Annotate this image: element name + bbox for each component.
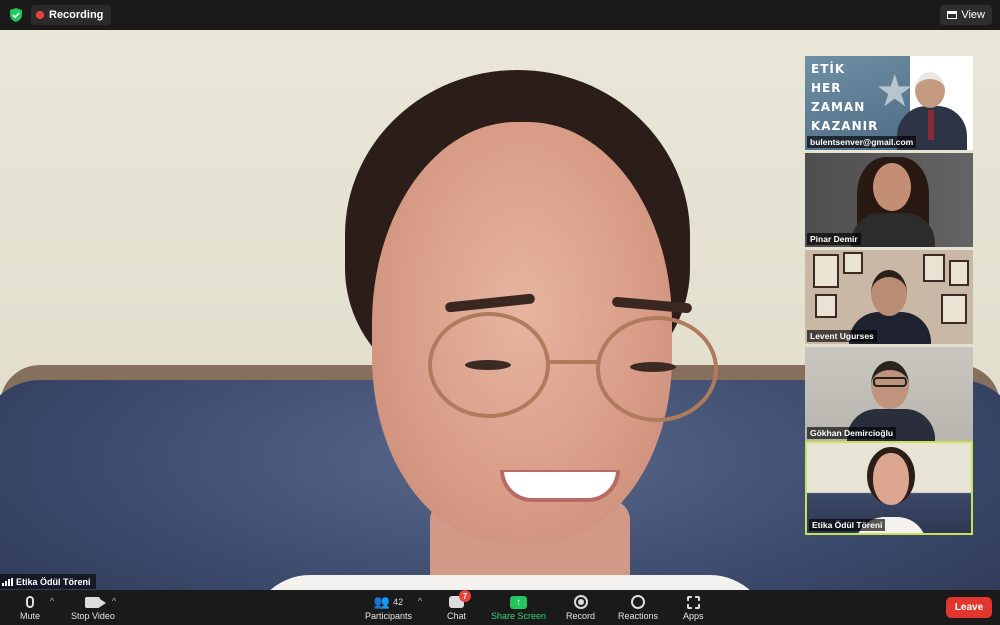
participant-name: Levent Ugurses (807, 330, 877, 342)
poster-text: ETİK HER ZAMAN KAZANIR (811, 60, 878, 136)
participant-name: Gökhan Demircioğlu (807, 427, 897, 439)
apps-icon (686, 595, 700, 609)
participant-body (851, 213, 935, 247)
participant-name: Etika Ödül Töreni (809, 519, 886, 531)
video-camera-icon (85, 596, 107, 608)
leave-button[interactable]: Leave (946, 597, 992, 618)
poster-word: ETİK (811, 62, 846, 76)
participant-tile-gokhan-demircioglu[interactable]: Gökhan Demircioğlu (805, 347, 973, 441)
record-label: Record (566, 611, 596, 621)
poster-word: KAZANIR (811, 119, 879, 133)
participant-tile-bulentsenver[interactable]: ★ ETİK HER ZAMAN KAZANIR bulentsenver@gm… (805, 56, 973, 150)
poster-word: HER (811, 81, 842, 95)
share-screen-button[interactable]: ↑ Share Screen (491, 593, 546, 621)
view-button[interactable]: View (940, 5, 992, 25)
recording-dot-icon (36, 11, 44, 19)
participant-glasses (873, 377, 907, 387)
wall-frame (815, 294, 837, 318)
mute-button[interactable]: Mute (20, 593, 40, 621)
stop-video-button[interactable]: Stop Video (71, 593, 115, 621)
speaker-smile (500, 470, 620, 502)
wall-frame (843, 252, 863, 274)
participants-count: 42 (393, 597, 404, 607)
video-options-chevron-icon[interactable]: ^ (112, 596, 116, 606)
participant-name: Pinar Demir (807, 233, 861, 245)
participant-face (873, 163, 911, 211)
apps-button[interactable]: Apps (683, 593, 704, 621)
participants-options-chevron-icon[interactable]: ^ (418, 596, 422, 606)
share-screen-arrow-icon: ↑ (510, 595, 528, 609)
record-icon (573, 595, 588, 609)
apps-label: Apps (683, 611, 704, 621)
recording-label: Recording (49, 9, 104, 21)
participant-face (871, 270, 907, 316)
chat-unread-badge: 7 (459, 590, 471, 602)
reactions-button[interactable]: Reactions (618, 593, 658, 621)
share-screen-label: Share Screen (491, 611, 547, 621)
poster-word: ZAMAN (811, 100, 866, 114)
reactions-label: Reactions (618, 611, 659, 621)
speaker-shirt (250, 575, 770, 590)
participant-tile-etika-odul-toreni[interactable]: Etika Ödül Töreni (805, 441, 973, 535)
signal-strength-icon (2, 577, 13, 586)
reactions-smiley-icon (631, 595, 646, 609)
stop-video-label: Stop Video (71, 611, 115, 621)
participant-face (873, 453, 909, 505)
record-button[interactable]: Record (566, 593, 595, 621)
wall-frame (813, 254, 839, 288)
chat-button[interactable]: 7 Chat (447, 590, 471, 621)
view-label: View (961, 9, 985, 21)
wall-frame (941, 294, 967, 324)
participants-icon: 👥 (373, 594, 391, 609)
glasses-bridge (548, 360, 598, 364)
chat-label: Chat (447, 611, 467, 621)
microphone-icon (26, 596, 34, 608)
main-speaker-name: Etika Ödül Töreni (16, 576, 91, 587)
audio-options-chevron-icon[interactable]: ^ (50, 596, 54, 606)
recording-indicator[interactable]: Recording (31, 5, 112, 25)
wall-frame (949, 260, 969, 286)
wall-frame (923, 254, 945, 282)
right-glasses-lens (596, 316, 718, 422)
main-speaker-name-tag: Etika Ödül Töreni (0, 574, 96, 589)
participant-tile-pinar-demir[interactable]: Pinar Demir (805, 153, 973, 247)
participants-label: Participants (365, 611, 413, 621)
top-bar: Recording View (0, 0, 1000, 30)
mute-label: Mute (20, 611, 41, 621)
participant-name: bulentsenver@gmail.com (807, 136, 917, 148)
chat-bubble-icon: 7 (449, 590, 471, 608)
participant-tile-levent-ugurses[interactable]: Levent Ugurses (805, 250, 973, 344)
view-grid-icon (947, 11, 958, 19)
left-glasses-lens (428, 312, 550, 418)
participants-button[interactable]: 👥 42 Participants (365, 593, 412, 621)
security-shield-icon[interactable] (9, 8, 23, 22)
